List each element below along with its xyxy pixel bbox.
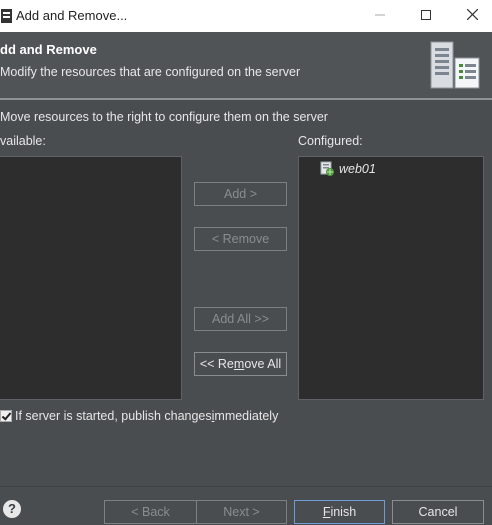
configured-label: Configured: xyxy=(298,134,363,148)
header-separator xyxy=(0,98,492,100)
app-icon xyxy=(1,9,12,23)
instruction-text: Move resources to the right to configure… xyxy=(0,110,328,124)
close-button[interactable] xyxy=(449,0,492,32)
add-button[interactable]: Add > xyxy=(194,182,287,206)
window-title: Add and Remove... xyxy=(16,8,128,23)
web-module-icon xyxy=(320,161,334,176)
configured-item-label: web01 xyxy=(339,162,376,176)
title-bar: Add and Remove... xyxy=(0,0,492,32)
finish-label: inish xyxy=(330,505,357,519)
publish-label-pre: If server is started, publish changes xyxy=(15,409,212,423)
cancel-button[interactable]: Cancel xyxy=(392,500,484,524)
available-list[interactable] xyxy=(0,156,182,400)
server-icon xyxy=(430,41,480,89)
configured-item-web01[interactable]: web01 xyxy=(319,160,376,178)
configured-list[interactable]: web01 xyxy=(298,156,484,400)
remove-all-label-post: ove All xyxy=(244,357,282,371)
next-button[interactable]: Next > xyxy=(196,500,287,524)
close-icon xyxy=(466,8,478,21)
dialog-title: dd and Remove xyxy=(0,42,97,57)
minimize-icon xyxy=(375,14,385,16)
publish-checkbox[interactable] xyxy=(0,410,12,422)
back-button[interactable]: < Back xyxy=(104,500,197,524)
remove-button[interactable]: < Remove xyxy=(194,227,287,251)
add-all-button[interactable]: Add All >> xyxy=(194,307,287,331)
maximize-icon xyxy=(421,10,431,20)
minimize-button[interactable] xyxy=(357,0,403,32)
publish-label-post: mmediately xyxy=(214,409,279,423)
maximize-button[interactable] xyxy=(403,0,449,32)
remove-all-label-pre: << Re xyxy=(199,357,234,371)
dialog-description: Modify the resources that are configured… xyxy=(0,65,301,79)
publish-checkbox-row[interactable]: If server is started, publish changes im… xyxy=(0,409,278,423)
help-icon[interactable]: ? xyxy=(3,500,21,518)
dialog-header: dd and Remove Modify the resources that … xyxy=(0,32,492,99)
footer-separator xyxy=(0,486,492,487)
remove-all-button[interactable]: << Remove All xyxy=(194,352,287,376)
available-label: vailable: xyxy=(0,134,46,148)
finish-button[interactable]: Finish xyxy=(294,500,385,524)
remove-all-mnemonic: m xyxy=(233,357,245,371)
